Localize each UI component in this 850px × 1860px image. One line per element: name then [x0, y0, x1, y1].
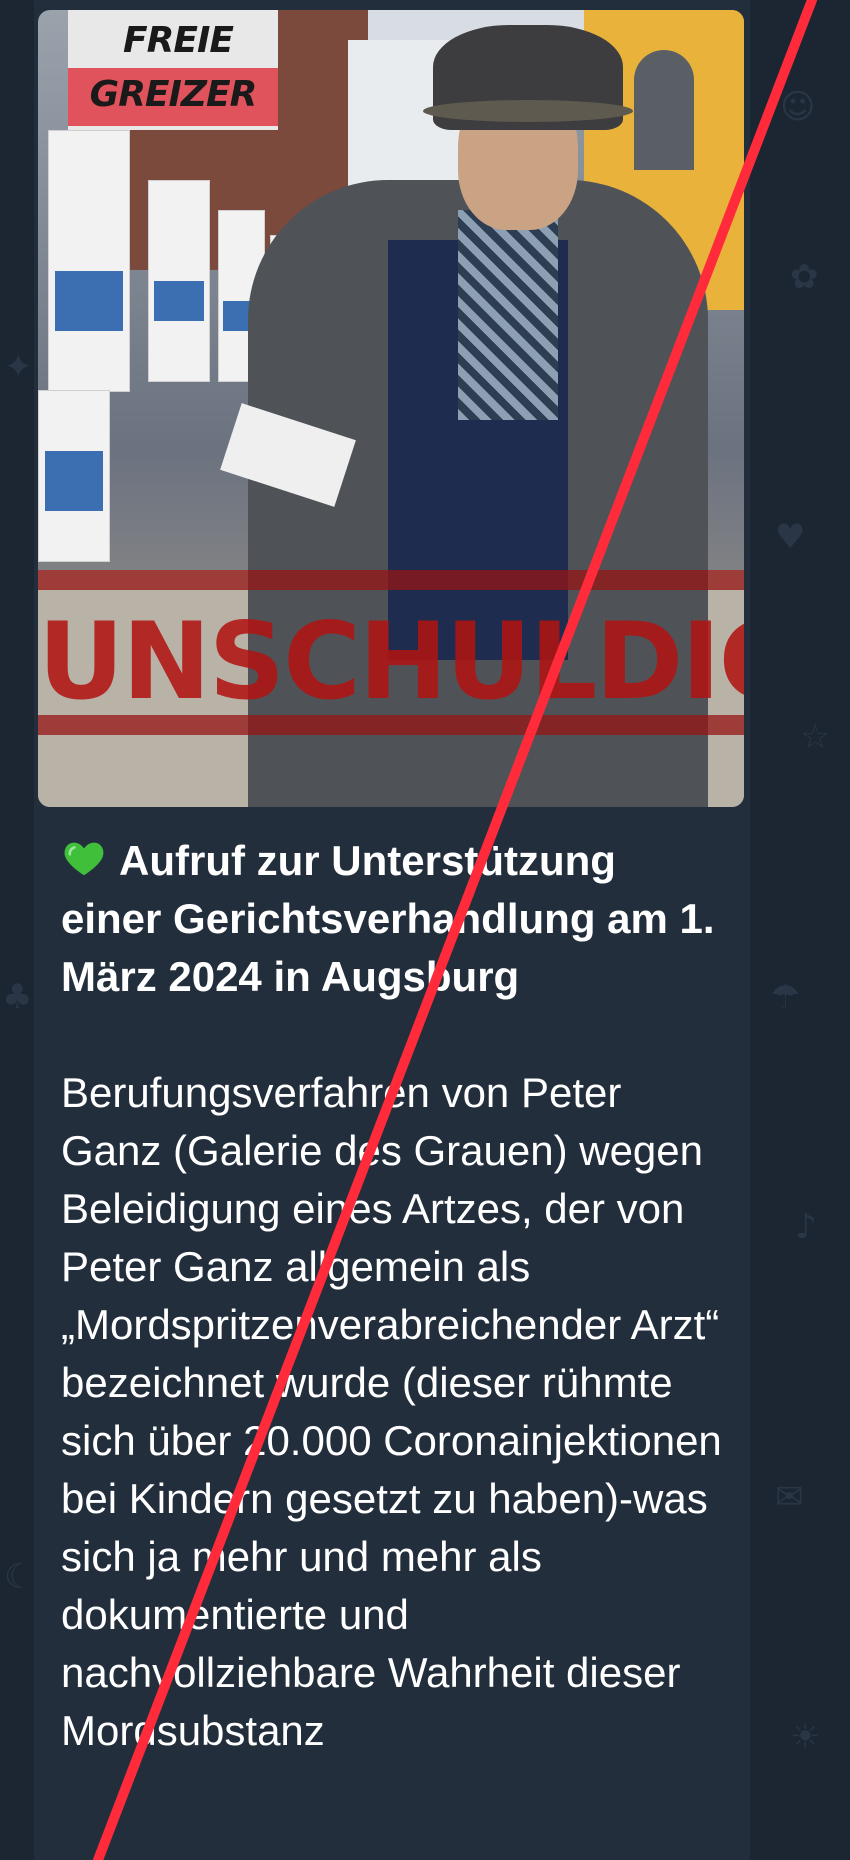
- message-body: Berufungsverfahren von Peter Ganz (Galer…: [61, 1069, 722, 1754]
- photo-poster: [48, 130, 130, 392]
- doodle-icon: ☾: [4, 1557, 35, 1597]
- message-text: Aufruf zur Unterstützung einer Gerichtsv…: [61, 832, 726, 1760]
- doodle-icon: ♥: [775, 517, 806, 557]
- doodle-icon: ✦: [4, 347, 33, 387]
- stamp-text: UNSCHULDIG: [38, 600, 744, 723]
- stamp-line-bottom: [38, 715, 744, 735]
- photo-window: [634, 50, 694, 170]
- photo-man-scarf: [458, 210, 558, 420]
- doodle-icon: ✿: [790, 257, 819, 297]
- logo-text-bottom: GREIZER: [89, 74, 258, 115]
- doodle-icon: ☂: [770, 977, 801, 1017]
- stamp-line-top: [38, 570, 744, 590]
- photo-poster: [38, 390, 110, 562]
- doodle-icon: ♪: [795, 1207, 817, 1247]
- photo-poster: [148, 180, 210, 382]
- message-headline: Aufruf zur Unterstützung einer Gerichtsv…: [61, 832, 726, 1006]
- doodle-icon: ♣: [2, 977, 33, 1017]
- green-heart-icon: [64, 842, 104, 876]
- doodle-icon: ☆: [800, 717, 831, 757]
- doodle-icon: ☀: [790, 1717, 821, 1757]
- doodle-icon: ☺: [780, 87, 816, 127]
- photo-man-hat-brim: [423, 100, 633, 122]
- message-headline-text: Aufruf zur Unterstützung einer Gerichtsv…: [61, 837, 715, 1000]
- message-photo[interactable]: FREIE GREIZER UNSCHULDIG: [38, 10, 744, 807]
- logo-text-top: FREIE: [123, 20, 234, 61]
- doodle-icon: ✉: [775, 1477, 804, 1517]
